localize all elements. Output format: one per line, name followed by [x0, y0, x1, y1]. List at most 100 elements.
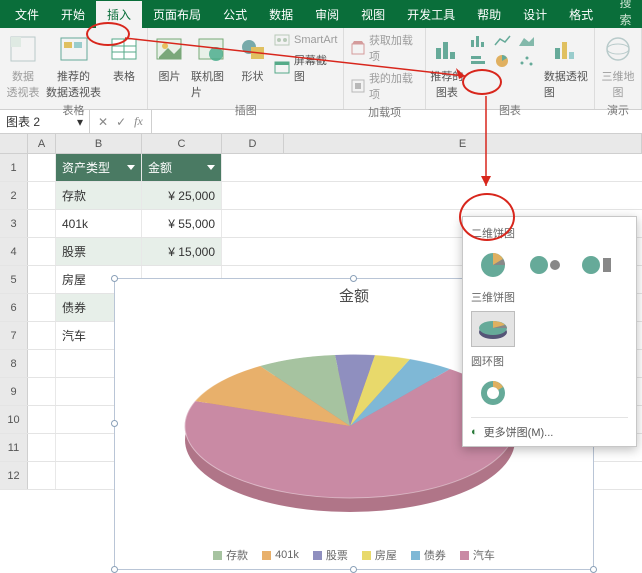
col-header-c[interactable]: C — [142, 134, 222, 153]
section-2d-pie: 二维饼图 — [471, 225, 628, 241]
online-pictures-button[interactable]: 联机图片 — [191, 32, 231, 100]
3d-map-button[interactable]: 三维地 图 — [601, 32, 635, 100]
shapes-button[interactable]: 形状 — [237, 32, 268, 84]
row-header[interactable]: 10 — [0, 406, 28, 433]
group-charts: 推荐的 图表 数据透视图 图表 — [426, 28, 595, 109]
shapes-icon — [236, 32, 270, 66]
cell[interactable]: ¥ 25,000 — [142, 182, 222, 209]
row-header[interactable]: 6 — [0, 294, 28, 321]
pictures-button[interactable]: 图片 — [154, 32, 185, 84]
tab-insert[interactable]: 插入 — [96, 1, 142, 28]
column-chart-button[interactable] — [468, 32, 490, 50]
section-3d-pie: 三维饼图 — [471, 289, 628, 305]
row-header[interactable]: 5 — [0, 266, 28, 293]
tab-data[interactable]: 数据 — [258, 1, 304, 28]
row-header[interactable]: 9 — [0, 378, 28, 405]
group-tables-label: 表格 — [6, 100, 141, 118]
tab-review[interactable]: 审阅 — [304, 1, 350, 28]
more-pie-charts[interactable]: ◐ 更多饼图(M)... — [471, 417, 628, 442]
pivot-chart-button[interactable]: 数据透视图 — [544, 32, 588, 100]
addins-icon — [350, 78, 365, 94]
row-header[interactable]: 11 — [0, 434, 28, 461]
screenshot-button[interactable]: 屏幕截图 — [274, 52, 337, 84]
handle-w[interactable] — [111, 420, 118, 427]
legend-item[interactable]: 房屋 — [362, 547, 397, 563]
handle-n[interactable] — [350, 275, 357, 282]
scatter-chart-button[interactable] — [516, 52, 538, 70]
col-header-d[interactable]: D — [222, 134, 284, 153]
group-addins-label: 加载项 — [350, 102, 418, 120]
row-header[interactable]: 8 — [0, 350, 28, 377]
row-header[interactable]: 4 — [0, 238, 28, 265]
store-icon — [350, 40, 365, 56]
tab-help[interactable]: 帮助 — [466, 1, 512, 28]
online-picture-icon — [194, 32, 228, 66]
cell[interactable]: 401k — [56, 210, 142, 237]
handle-s[interactable] — [350, 566, 357, 573]
group-charts-label: 图表 — [432, 100, 588, 118]
legend-item[interactable]: 债券 — [411, 547, 446, 563]
ribbon: 数据 透视表 推荐的 数据透视表 表格 表格 图片 联机图片 形状 SmartA… — [0, 28, 642, 110]
pie-small-icon: ◐ — [471, 426, 478, 438]
column-headers: A B C D E — [0, 134, 642, 154]
legend-swatch — [262, 551, 271, 560]
col-header-b[interactable]: B — [56, 134, 142, 153]
pie-of-pie-option[interactable] — [523, 247, 567, 283]
table-button[interactable]: 表格 — [107, 32, 141, 84]
legend-item[interactable]: 存款 — [213, 547, 248, 563]
pie-2d-option[interactable] — [471, 247, 515, 283]
handle-se[interactable] — [590, 566, 597, 573]
row-header[interactable]: 12 — [0, 462, 28, 489]
line-chart-button[interactable] — [492, 32, 514, 50]
legend-swatch — [362, 551, 371, 560]
pie-3d-option[interactable] — [471, 311, 515, 347]
area-chart-button[interactable] — [516, 32, 538, 50]
picture-icon — [152, 32, 186, 66]
handle-nw[interactable] — [111, 275, 118, 282]
cell[interactable]: 存款 — [56, 182, 142, 209]
handle-sw[interactable] — [111, 566, 118, 573]
col-header-a[interactable]: A — [28, 134, 56, 153]
tab-page-layout[interactable]: 页面布局 — [142, 1, 212, 28]
tab-view[interactable]: 视图 — [350, 1, 396, 28]
cell[interactable]: 资产类型 — [56, 154, 142, 181]
bar-chart-button[interactable] — [468, 52, 490, 70]
recommended-charts-button[interactable]: 推荐的 图表 — [432, 32, 462, 100]
cell[interactable]: ¥ 15,000 — [142, 238, 222, 265]
legend-item[interactable]: 401k — [262, 547, 299, 563]
tab-chart-format[interactable]: 格式 — [558, 1, 604, 28]
row-header[interactable]: 7 — [0, 322, 28, 349]
tab-file[interactable]: 文件 — [4, 1, 50, 28]
tab-chart-design[interactable]: 设计 — [512, 1, 558, 28]
tell-me[interactable]: 操作说明搜索 — [610, 0, 642, 28]
section-donut: 圆环图 — [471, 353, 628, 369]
tab-formulas[interactable]: 公式 — [212, 1, 258, 28]
pie-chart-gallery: 二维饼图 三维饼图 圆环图 ◐ 更多饼图(M)... — [462, 216, 637, 447]
get-addins-button[interactable]: 获取加载项 — [350, 32, 418, 64]
globe-icon — [601, 32, 635, 66]
row-header[interactable]: 3 — [0, 210, 28, 237]
group-tours: 三维地 图 演示 — [595, 28, 642, 109]
cell[interactable]: ¥ 55,000 — [142, 210, 222, 237]
donut-option[interactable] — [471, 375, 515, 411]
my-addins-button[interactable]: 我的加载项 — [350, 70, 418, 102]
select-all-corner[interactable] — [0, 134, 28, 153]
col-header-e[interactable]: E — [284, 134, 642, 153]
cell[interactable]: 金额 — [142, 154, 222, 181]
cell[interactable]: 股票 — [56, 238, 142, 265]
pie-chart-button[interactable] — [492, 52, 514, 70]
row-header[interactable]: 2 — [0, 182, 28, 209]
legend-swatch — [213, 551, 222, 560]
pivot-table-button[interactable]: 数据 透视表 — [6, 32, 40, 100]
legend-item[interactable]: 股票 — [313, 547, 348, 563]
legend-item[interactable]: 汽车 — [460, 547, 495, 563]
smartart-icon — [274, 32, 290, 48]
tab-developer[interactable]: 开发工具 — [396, 1, 466, 28]
row-header[interactable]: 1 — [0, 154, 28, 181]
bar-of-pie-option[interactable] — [575, 247, 619, 283]
recommended-pivot-button[interactable]: 推荐的 数据透视表 — [46, 32, 101, 100]
chart-legend[interactable]: 存款 401k 股票房屋债券汽车 — [115, 541, 593, 569]
group-illustrations: 图片 联机图片 形状 SmartArt 屏幕截图 插图 — [148, 28, 344, 109]
tab-home[interactable]: 开始 — [50, 1, 96, 28]
smartart-button[interactable]: SmartArt — [274, 32, 337, 48]
